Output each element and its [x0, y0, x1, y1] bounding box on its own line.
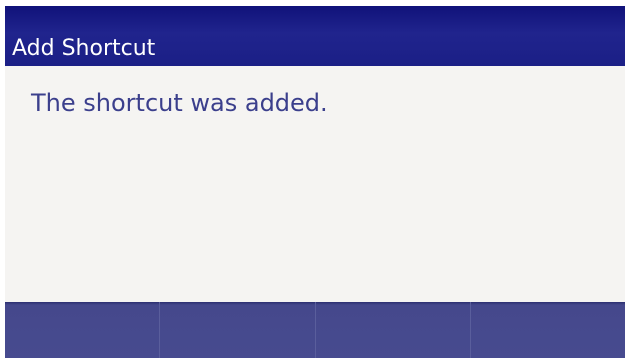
phone-screen: Add Shortcut The shortcut was added.	[5, 6, 625, 358]
screen-title: Add Shortcut	[12, 36, 156, 61]
softkey-2[interactable]	[160, 302, 316, 358]
softkey-4[interactable]	[471, 302, 625, 358]
softkey-1[interactable]	[5, 302, 161, 358]
content-area: The shortcut was added.	[5, 66, 625, 304]
softkey-3[interactable]	[316, 302, 471, 358]
softkey-bar	[5, 302, 625, 358]
title-bar: Add Shortcut	[5, 6, 625, 66]
confirmation-message: The shortcut was added.	[31, 89, 328, 117]
